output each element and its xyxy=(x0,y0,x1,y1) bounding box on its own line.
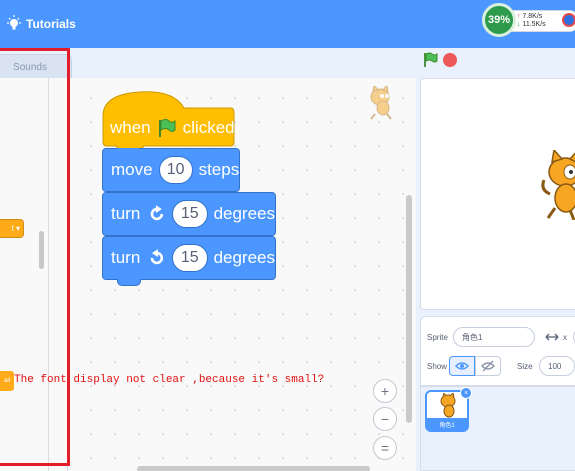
turn-left-label: turn xyxy=(111,248,141,267)
zoom-in-icon: + xyxy=(380,383,390,399)
tutorials-button[interactable]: Tutorials xyxy=(4,14,76,34)
show-label: Show xyxy=(427,362,448,371)
eye-slash-icon xyxy=(481,360,495,372)
stage-cat-sprite-icon[interactable] xyxy=(540,150,575,220)
turn-left-degrees-input[interactable]: 15 xyxy=(172,244,208,272)
zoom-out-icon: − xyxy=(380,411,390,427)
script-vertical-scrollbar[interactable] xyxy=(406,195,412,423)
download-speed: ↓ 11.5K/s xyxy=(517,21,546,29)
download-speed-value: 11.5K/s xyxy=(522,21,546,28)
sprite-tile-name: 角色1 xyxy=(427,418,467,430)
red-highlight-box xyxy=(0,48,70,466)
hat-block-prefix: when xyxy=(110,118,151,137)
zoom-out-button[interactable]: − xyxy=(373,407,397,431)
eye-icon xyxy=(455,362,469,370)
zoom-reset-button[interactable]: = xyxy=(373,436,397,460)
move-steps-input[interactable]: 10 xyxy=(158,156,193,184)
block-bottom-tab xyxy=(117,279,141,286)
zoom-reset-icon: = xyxy=(380,440,390,456)
sprite-tile[interactable]: 角色1 × xyxy=(425,387,472,432)
close-icon: × xyxy=(463,389,469,397)
sprite-info-pane: Sprite 角色1 x Show Size 100 xyxy=(420,316,575,386)
stop-icon[interactable] xyxy=(443,53,457,67)
turn-right-unit: degrees xyxy=(213,204,275,223)
x-label: x xyxy=(563,333,567,342)
cpu-usage-badge: 39% xyxy=(482,3,516,37)
network-speed-widget[interactable]: ↑ 7.8K/s ↓ 11.5K/s 39% xyxy=(482,3,575,37)
turn-left-unit: degrees xyxy=(213,248,275,267)
rotate-clockwise-icon xyxy=(150,205,164,221)
hat-block-suffix: clicked xyxy=(182,118,235,137)
green-flag-icon xyxy=(158,119,176,137)
script-horizontal-scrollbar[interactable] xyxy=(137,466,370,471)
scratch-editor: Tutorials ↑ 7.8K/s ↓ 11.5K/s 39% Sounds … xyxy=(0,0,575,471)
upload-arrow-icon: ↑ xyxy=(517,13,521,20)
tutorials-label: Tutorials xyxy=(26,17,76,31)
turn-right-block[interactable]: turn 15 degrees xyxy=(102,192,276,236)
move-block-unit: steps xyxy=(198,160,240,179)
turn-right-label: turn xyxy=(111,204,141,223)
stage-header xyxy=(416,48,575,78)
turn-right-degrees-input[interactable]: 15 xyxy=(172,200,208,228)
sprite-name-label: Sprite xyxy=(427,333,448,342)
zoom-in-button[interactable]: + xyxy=(373,379,397,403)
hat-block-text: when clicked xyxy=(110,118,235,138)
size-label: Size xyxy=(517,362,533,371)
sprite-delete-button[interactable]: × xyxy=(460,387,472,399)
green-flag-run-icon[interactable] xyxy=(423,52,439,68)
block-notch xyxy=(117,148,139,154)
download-arrow-icon: ↓ xyxy=(517,21,521,28)
show-hidden-button[interactable] xyxy=(475,356,501,376)
size-field[interactable]: 100 xyxy=(539,356,575,376)
size-value: 100 xyxy=(548,361,562,371)
when-flag-clicked-block[interactable]: when clicked xyxy=(102,88,235,148)
upload-speed-value: 7.8K/s xyxy=(522,13,543,20)
rotate-counterclockwise-icon xyxy=(150,249,164,265)
sprite-cat-icon xyxy=(370,86,392,120)
lightbulb-icon xyxy=(7,15,21,30)
sprite-thumbnail-cat-icon xyxy=(440,393,456,418)
horizontal-arrows-icon xyxy=(545,333,559,341)
upload-speed: ↑ 7.8K/s xyxy=(517,13,542,21)
move-block-label: move xyxy=(111,160,153,179)
move-steps-block[interactable]: move 10 steps xyxy=(102,148,240,192)
sprite-name-value: 角色1 xyxy=(462,332,483,342)
sprite-name-field[interactable]: 角色1 xyxy=(453,327,535,347)
net-accelerate-icon[interactable] xyxy=(562,13,575,27)
turn-left-block[interactable]: turn 15 degrees xyxy=(102,236,276,286)
show-visible-button[interactable] xyxy=(449,356,475,376)
